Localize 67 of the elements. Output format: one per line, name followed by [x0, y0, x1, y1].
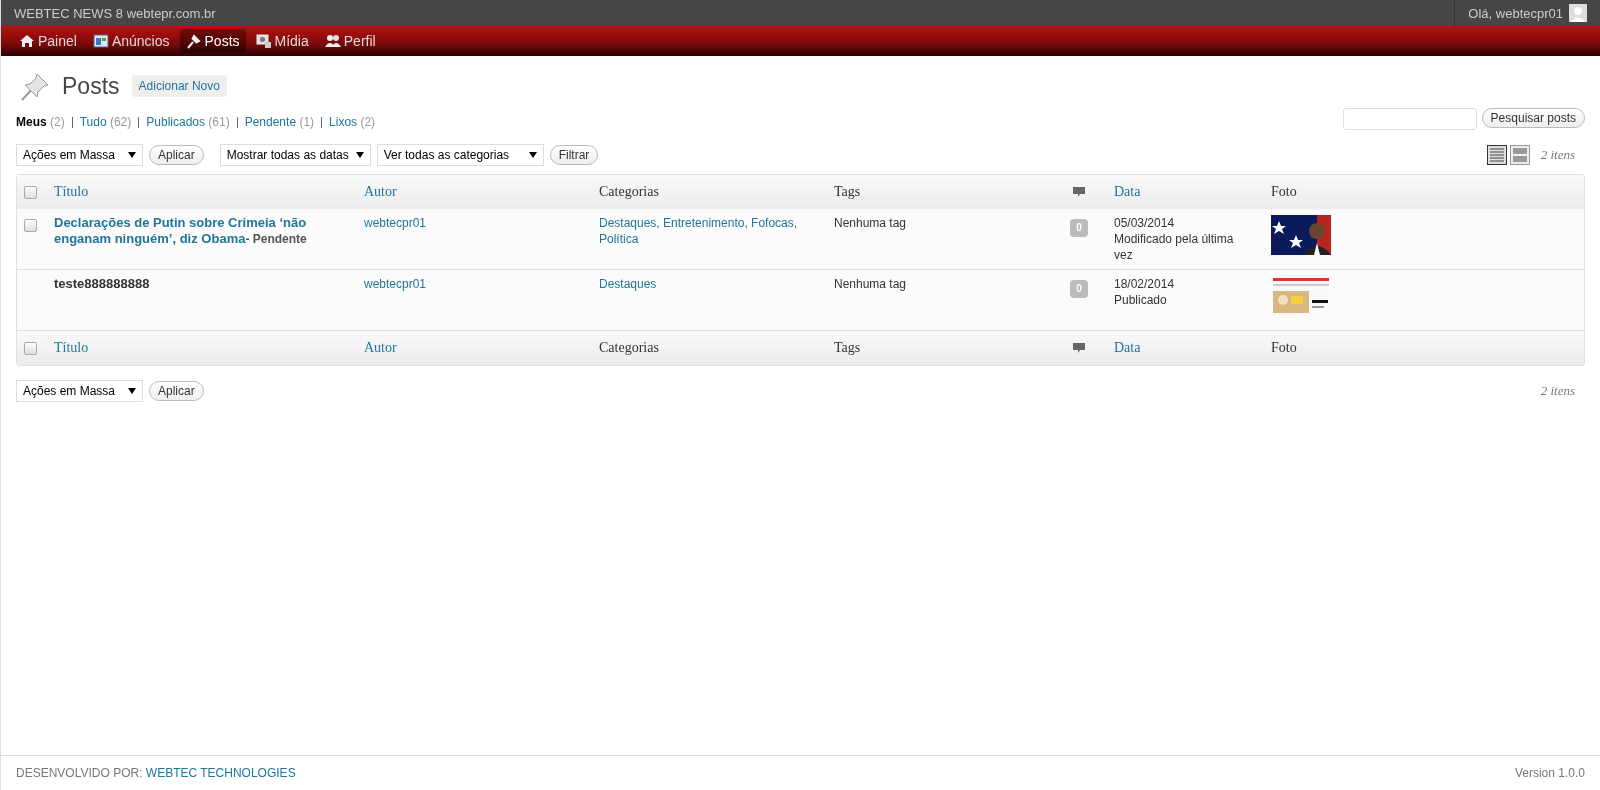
- column-header[interactable]: Data: [1114, 340, 1249, 356]
- category-links[interactable]: Destaques, Entretenimento, Fofocas, Política: [599, 215, 824, 247]
- bulk-action-select[interactable]: Ações em Massa: [16, 380, 143, 402]
- column-header: Categorias: [599, 340, 660, 356]
- house-icon[interactable]: [19, 33, 35, 49]
- search-field[interactable]: [1342, 108, 1477, 130]
- caret-icon[interactable]: [528, 152, 537, 158]
- filter-link[interactable]: Meus (2): [16, 115, 65, 129]
- column-header: Tags: [834, 184, 862, 200]
- column-header[interactable]: Autor: [364, 340, 589, 356]
- column-header: Tags: [834, 340, 862, 356]
- tags-cell-text: Nenhuma tag: [834, 276, 908, 292]
- date-note: Publicado: [1114, 292, 1168, 308]
- row-checkbox[interactable]: [24, 219, 37, 232]
- post-date: 05/03/2014: [1114, 215, 1176, 231]
- menu-item[interactable]: Posts: [179, 29, 246, 53]
- comment-icon: [1073, 342, 1085, 354]
- apply-button[interactable]: Aplicar: [149, 145, 204, 165]
- comment-icon: [1073, 186, 1085, 198]
- column-header: Foto: [1271, 340, 1298, 356]
- item-count: 2 itens: [1540, 383, 1575, 399]
- menu-item[interactable]: Mídia: [249, 29, 315, 53]
- footer-credit: DESENVOLVIDO POR:: [16, 766, 143, 780]
- add-new-button[interactable]: Adicionar Novo: [131, 75, 227, 97]
- menu-item[interactable]: Perfil: [318, 29, 382, 53]
- page-title: Posts: [62, 72, 120, 100]
- window-icon[interactable]: [92, 33, 109, 49]
- filter-link[interactable]: Tudo (62): [79, 115, 132, 129]
- search-button[interactable]: Pesquisar posts: [1481, 108, 1585, 128]
- menu-item[interactable]: Anúncios: [86, 29, 176, 53]
- pushpin-icon[interactable]: [185, 33, 202, 49]
- column-header: Categorias: [599, 184, 660, 200]
- column-header[interactable]: Autor: [364, 184, 589, 200]
- filter-link[interactable]: Publicados (61): [146, 115, 230, 129]
- caret-icon[interactable]: [128, 152, 136, 158]
- users-icon[interactable]: [324, 33, 341, 49]
- menu-item[interactable]: Painel: [13, 29, 83, 53]
- author-link[interactable]: webtecpr01: [364, 276, 589, 292]
- greeting[interactable]: Olá, webtecpr01: [1468, 5, 1563, 21]
- camera-icon[interactable]: [255, 33, 272, 49]
- version-label: Version 1.0.0: [1514, 766, 1585, 780]
- tags-cell-text: Nenhuma tag: [834, 215, 908, 231]
- category-links[interactable]: Destaques: [599, 276, 824, 292]
- date-select[interactable]: Mostrar todas as datas: [219, 144, 371, 166]
- author-link[interactable]: webtecpr01: [364, 215, 589, 231]
- apply-button[interactable]: Aplicar: [149, 381, 204, 401]
- item-count: 2 itens: [1540, 147, 1575, 163]
- category-select[interactable]: Ver todas as categorias: [376, 144, 544, 166]
- filter-button[interactable]: Filtrar: [549, 145, 599, 165]
- column-header[interactable]: Data: [1114, 184, 1249, 200]
- caret-icon[interactable]: [128, 388, 136, 394]
- footer-link[interactable]: WEBTEC TECHNOLOGIES: [145, 766, 296, 780]
- list-view-icon[interactable]: [1486, 145, 1507, 165]
- caret-icon[interactable]: [355, 152, 364, 158]
- column-header: Foto: [1271, 184, 1298, 200]
- column-header[interactable]: Título: [54, 340, 89, 355]
- column-header[interactable]: Título: [54, 184, 89, 199]
- bulk-action-select[interactable]: Ações em Massa: [16, 144, 143, 166]
- filter-link[interactable]: Pendente (1): [244, 115, 315, 129]
- date-note: Modificado pela última vez: [1114, 231, 1235, 263]
- site-title[interactable]: WEBTEC NEWS 8 webtepr.com.br: [1, 5, 216, 21]
- post-title: teste888888888: [54, 276, 151, 293]
- select-all-checkbox[interactable]: [24, 185, 37, 199]
- post-date: 18/02/2014: [1114, 276, 1176, 292]
- filter-link[interactable]: Lixos (2): [329, 115, 376, 129]
- post-title[interactable]: Declarações de Putin sobre Crimeia ‘não enganam ninguém’, diz Obama- Pendente: [54, 215, 364, 263]
- select-all-checkbox[interactable]: [24, 341, 37, 355]
